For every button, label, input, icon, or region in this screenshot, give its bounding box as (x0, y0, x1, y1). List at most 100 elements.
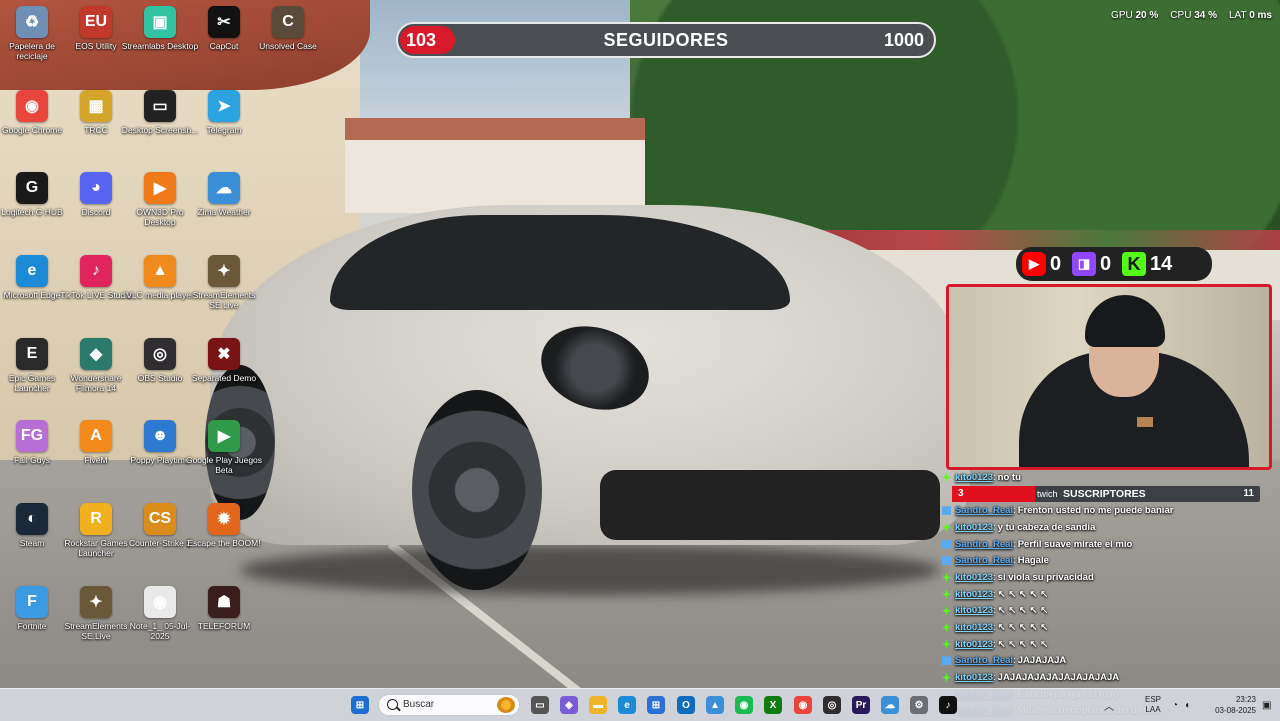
chat-text: JAJAJAJAJAJAJAJAJAJA (997, 672, 1120, 684)
kick-badge-icon (942, 623, 951, 633)
tiktok-taskbar-icon[interactable]: ♪ (939, 696, 957, 714)
task-view-icon[interactable]: ▭ (531, 696, 549, 714)
kick-badge-icon (942, 556, 951, 566)
chat-username[interactable]: kito0123 (955, 589, 993, 600)
spotify-icon[interactable]: ◉ (735, 696, 753, 714)
kick-badge-icon (942, 539, 951, 549)
language-indicator[interactable]: ESP LAA (1138, 689, 1168, 721)
language-secondary: LAA (1145, 705, 1161, 714)
vlc-icon: ▲ (144, 255, 176, 287)
desktop-shortcut[interactable]: C Unsolved Case (249, 2, 327, 82)
teleforum-icon: ☗ (208, 586, 240, 618)
kick-icon: K (1122, 252, 1146, 276)
desktop-shortcut[interactable]: ☗ TELEFORUM (185, 582, 263, 662)
volume-icon[interactable]: ◖ (1184, 700, 1190, 711)
kick-badge-icon (942, 673, 951, 683)
clock-time: 23:23 (1235, 695, 1256, 704)
desktop-shortcut[interactable]: ✖ Separated Demo (185, 334, 263, 414)
chat-username[interactable]: kito0123 (955, 639, 993, 650)
desktop-shortcut-label: Separated Demo (191, 373, 257, 383)
chat-username[interactable]: kito0123 (955, 605, 993, 616)
wifi-icon[interactable]: ◔ (1172, 700, 1178, 711)
taskbar-search-box[interactable]: Buscar (378, 694, 520, 716)
kick-badge-icon (942, 589, 951, 599)
eos-utility-icon: EU (80, 6, 112, 38)
taskbar: ⊞ ▭ ◈ ▬ e ⊞ O ▲ ◉ X ◉ ◎ Pr ☁ ⚙ ♪ Buscar ︿ ESP LAA ◔ ◖ 2… (0, 688, 1280, 721)
chat-username[interactable]: Sandro_Real (955, 555, 1013, 566)
chat-message: Sandro_Real : Frenton usted no me puede b… (938, 502, 1270, 519)
chat-username[interactable]: Sandro_Real (955, 539, 1013, 550)
desktop-shortcut-label: Google Play Juegos Beta (185, 455, 263, 475)
chat-username[interactable]: Sandro_Real (955, 505, 1013, 516)
subscribers-progress-fill (952, 486, 1036, 502)
subscribers-current: 3 (958, 488, 964, 499)
kick-badge-icon (942, 522, 951, 532)
chat-message: Sandro_Real : Perfil suave mirate el mio (938, 536, 1270, 553)
store-icon[interactable]: ⊞ (647, 696, 665, 714)
outlook-icon[interactable]: O (677, 696, 695, 714)
chat-username[interactable]: kito0123 (955, 472, 993, 483)
chat-text: ↖ ↖ ↖ ↖ ↖ (997, 605, 1049, 617)
capcut-icon: ✂ (208, 6, 240, 38)
settings-icon[interactable]: ⚙ (910, 696, 928, 714)
kick-badge-icon (942, 656, 951, 666)
desktop-shortcut[interactable]: ✦ StreamElements SE.Live (185, 251, 263, 331)
file-explorer-icon[interactable]: ▬ (589, 696, 607, 714)
chat-username[interactable]: kito0123 (955, 622, 993, 633)
kick-badge-icon (942, 472, 951, 482)
chat-text: ↖ ↖ ↖ ↖ ↖ (997, 588, 1049, 600)
chat-text: ↖ ↖ ↖ ↖ ↖ (997, 622, 1049, 634)
poppy-playtime-icon: ☻ (144, 420, 176, 452)
start-icon[interactable]: ⊞ (351, 696, 369, 714)
steam-icon: ◐ (16, 503, 48, 535)
counter-strike-icon: CS (144, 503, 176, 535)
notification-icon[interactable]: ▣ (1262, 700, 1271, 711)
copilot-icon[interactable]: ◈ (560, 696, 578, 714)
taskbar-clock[interactable]: 23:23 03-08-2025 (1200, 694, 1256, 716)
chat-message: kito0123 : ↖ ↖ ↖ ↖ ↖ (938, 603, 1270, 620)
followers-title: SEGUIDORES (603, 30, 729, 50)
desktop-shortcut[interactable]: ✹ Escape the BOOM! (185, 499, 263, 579)
desktop-shortcut[interactable]: ▶ Google Play Juegos Beta (185, 416, 263, 496)
premiere-icon[interactable]: Pr (852, 696, 870, 714)
desktop-shortcut-label: Telegram (206, 125, 242, 135)
lat-label: LAT (1229, 10, 1247, 21)
lat-value: 0 ms (1249, 10, 1272, 21)
followers-target: 1000 (883, 30, 924, 50)
chat-username[interactable]: Sandro_Real (955, 655, 1013, 666)
followers-goal-bar: 103 SEGUIDORES 1000 (396, 22, 936, 58)
chat-text: ↖ ↖ ↖ ↖ ↖ (997, 638, 1049, 650)
telegram-icon: ➤ (208, 90, 240, 122)
streamelements-icon: ✦ (208, 255, 240, 287)
kick-badge-icon (942, 606, 951, 616)
chat-username[interactable]: kito0123 (955, 672, 993, 683)
filmora-icon: ◆ (80, 338, 112, 370)
recycle-bin-icon: ♻ (16, 6, 48, 38)
obs-taskbar-icon[interactable]: ◎ (823, 696, 841, 714)
chat-message: Sandro_Real : JAJAJAJA (938, 653, 1270, 670)
desktop-shortcut-label: StreamElements SE.Live (192, 290, 256, 310)
zima-taskbar-icon[interactable]: ☁ (881, 696, 899, 714)
cpu-label: CPU (1170, 10, 1192, 21)
desktop-shortcut[interactable]: ☁ Zima Weather (185, 168, 263, 248)
streamlabs-icon: ▣ (144, 6, 176, 38)
chrome-taskbar-icon[interactable]: ◉ (794, 696, 812, 714)
chat-text: Hagale (1017, 555, 1049, 567)
chat-text: si viola su privacidad (997, 571, 1094, 583)
subscribers-title: SUSCRIPTORES (1063, 488, 1146, 500)
desktop-shortcut[interactable]: ➤ Telegram (185, 86, 263, 166)
zima-weather-icon: ☁ (208, 172, 240, 204)
photos-icon[interactable]: ▲ (706, 696, 724, 714)
escape-the-boom-icon: ✹ (208, 503, 240, 535)
chat-text: no tu (997, 471, 1021, 483)
chevron-up-icon[interactable]: ︿ (1104, 698, 1114, 713)
chat-username[interactable]: kito0123 (955, 572, 993, 583)
edge-taskbar-icon[interactable]: e (618, 696, 636, 714)
chat-username[interactable]: kito0123 (955, 522, 993, 533)
xbox-icon[interactable]: X (764, 696, 782, 714)
kick-badge-icon (942, 639, 951, 649)
gpu-label: GPU (1111, 10, 1133, 21)
chrome-doc-icon: ◉ (144, 586, 176, 618)
search-highlight-icon (497, 697, 515, 713)
chat-message: kito0123 : ↖ ↖ ↖ ↖ ↖ (938, 636, 1270, 653)
